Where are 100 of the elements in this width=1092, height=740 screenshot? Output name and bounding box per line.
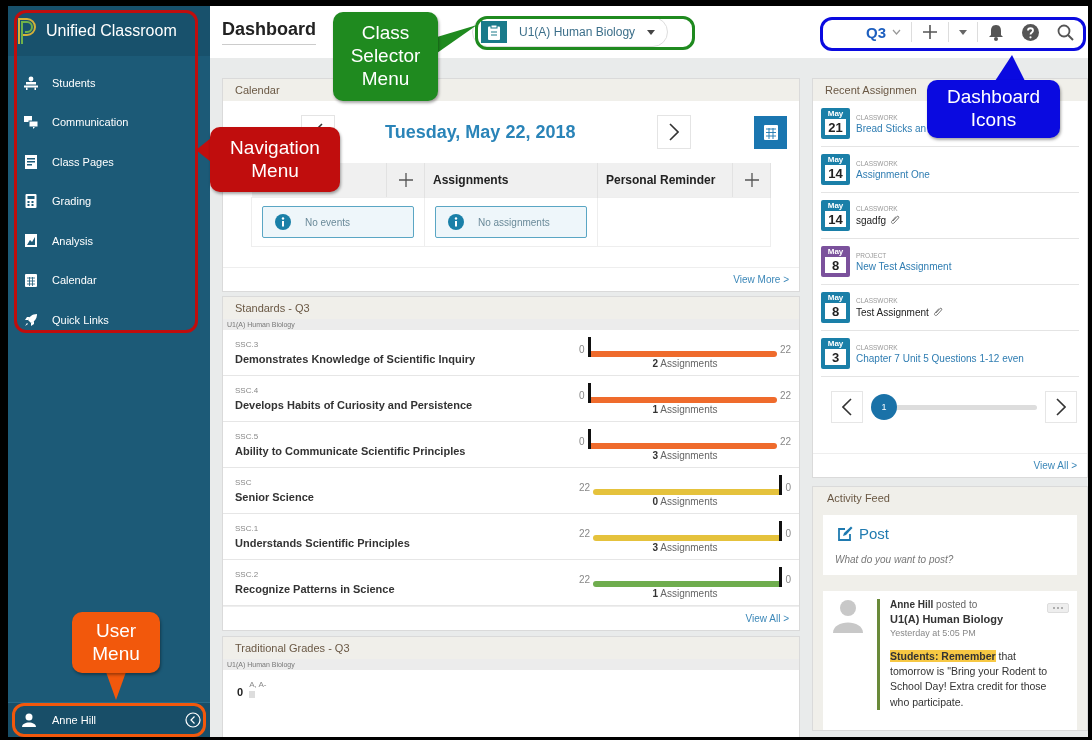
- assignment-link[interactable]: Chapter 7 Unit 5 Questions 1-12 even: [856, 352, 1024, 364]
- badge-month: May: [827, 292, 844, 303]
- nav-item[interactable]: Grading: [8, 181, 210, 221]
- column-header: Personal Reminder: [605, 173, 717, 187]
- page-button[interactable]: 1: [871, 394, 897, 420]
- help-icon: [1022, 23, 1039, 41]
- range-label: 0: [785, 574, 791, 585]
- badge-month: May: [827, 108, 844, 119]
- logo-icon: [16, 16, 38, 46]
- badge-month: May: [827, 246, 844, 257]
- nav-item[interactable]: Quick Links: [8, 300, 210, 340]
- assignment-count: 2 Assignments: [652, 357, 718, 369]
- document-icon: [24, 154, 38, 169]
- card-title: Traditional Grades - Q3: [223, 637, 799, 659]
- next-button[interactable]: [657, 115, 691, 149]
- range-label: 0: [785, 528, 791, 539]
- callout-pointer: [437, 25, 477, 55]
- callout-pointer: [106, 672, 126, 700]
- standard-code: SSC.2: [235, 570, 260, 579]
- range-label: 22: [579, 482, 591, 493]
- caret-icon: [647, 29, 656, 35]
- standard-name: Understands Scientific Principles: [235, 537, 411, 549]
- post-class-link[interactable]: U1(A) Human Biology: [890, 613, 1053, 625]
- assignment-link[interactable]: Assignment One: [856, 168, 930, 180]
- annotation-tooltip: Navigation Menu: [210, 127, 340, 192]
- info-icon: [448, 214, 464, 230]
- assignment-count: 1 Assignments: [652, 587, 718, 599]
- post-field[interactable]: What do you want to post?: [835, 554, 1035, 565]
- badge-month: May: [827, 338, 844, 349]
- calendar-icon: [24, 273, 38, 287]
- calculator-icon: [24, 194, 38, 209]
- badge-month: May: [827, 154, 844, 165]
- caret-icon: [959, 29, 967, 35]
- page-title: Dashboard: [222, 19, 317, 45]
- assignment-count: 1 Assignments: [652, 403, 718, 415]
- chevron-right-icon: [669, 123, 679, 141]
- range-label: 0: [579, 390, 585, 401]
- badge-day: 8: [825, 257, 846, 273]
- students-icon: [24, 75, 38, 90]
- standard-code: SSC.3: [235, 340, 260, 349]
- standard-name: Recognize Patterns in Science: [235, 583, 396, 595]
- column-header: Assignments: [432, 173, 510, 187]
- app-title: Unified Classroom: [46, 22, 177, 40]
- post-body: Students: Remember that tomorrow is "Bring your Rodent to School Day! Extra credit for those who participate.: [890, 649, 1049, 710]
- standard-name: Ability to Communicate Scientific Principles: [235, 445, 467, 457]
- info-icon: [275, 214, 291, 230]
- view-all-link[interactable]: View All >: [1033, 460, 1077, 471]
- nav-item[interactable]: Communication: [8, 102, 210, 142]
- post-author-line: Anne Hill posted to: [890, 599, 978, 610]
- standard-code: SSC: [235, 478, 253, 487]
- callout-pointer: [995, 55, 1025, 81]
- badge-day: 8: [825, 303, 846, 319]
- assignment-link[interactable]: Bread Sticks an: [856, 122, 927, 134]
- card-title: Standards - Q3: [223, 297, 799, 319]
- range-label: 22: [779, 344, 791, 355]
- previous-button[interactable]: [831, 391, 863, 423]
- nav-item[interactable]: Analysis: [8, 221, 210, 261]
- annotation-tooltip: Class Selector Menu: [333, 12, 438, 101]
- chevron-right-icon: [1056, 398, 1066, 416]
- plus-icon: [744, 173, 759, 187]
- bell-icon: [988, 23, 1004, 41]
- range-label: 0: [785, 482, 791, 493]
- standard-name: Demonstrates Knowledge of Scientific Inquiry: [235, 353, 477, 365]
- calendar-date: Tuesday, May 22, 2018: [385, 121, 577, 143]
- grade-range: A, A-: [249, 680, 267, 689]
- range-label: 0: [579, 436, 585, 447]
- grade-count: 0: [237, 686, 244, 698]
- avatar-icon: [833, 599, 863, 633]
- assignment-title: Test Assignment: [856, 306, 929, 318]
- chart-icon: [24, 234, 38, 248]
- empty-message: No assignments: [435, 206, 587, 238]
- view-more-link[interactable]: View More >: [733, 274, 789, 285]
- annotation-tooltip: User Menu: [72, 612, 160, 673]
- post-time: Yesterday at 5:05 PM: [890, 628, 977, 638]
- calendar-button[interactable]: [754, 115, 787, 149]
- standard-name: Senior Science: [235, 491, 315, 503]
- post-button[interactable]: Post: [835, 525, 889, 542]
- next-button[interactable]: [1045, 391, 1077, 423]
- view-all-link[interactable]: View All >: [745, 613, 789, 624]
- badge-day: 21: [825, 119, 846, 135]
- range-label: 0: [579, 344, 585, 355]
- range-label: 22: [779, 436, 791, 447]
- clipboard-icon: [488, 24, 501, 40]
- grade-bar: [249, 691, 256, 698]
- assignment-title: sgadfg: [856, 214, 887, 226]
- assignment-count: 3 Assignments: [652, 449, 718, 461]
- user-icon: [22, 713, 36, 727]
- assignment-count: 0 Assignments: [652, 495, 718, 507]
- assignment-link[interactable]: New Test Assignment: [856, 260, 952, 272]
- nav-item[interactable]: Students: [8, 63, 210, 103]
- range-label: 22: [579, 528, 591, 539]
- calendar-icon: [763, 124, 778, 140]
- term-dropdown[interactable]: Q3: [858, 19, 909, 45]
- search-icon: [1057, 23, 1074, 41]
- nav-item[interactable]: Calendar: [8, 260, 210, 300]
- chevron-down-icon: [892, 29, 901, 35]
- badge-day: 14: [825, 165, 846, 181]
- range-label: 22: [779, 390, 791, 401]
- rocket-icon: [24, 312, 38, 327]
- badge-day: 3: [825, 349, 846, 365]
